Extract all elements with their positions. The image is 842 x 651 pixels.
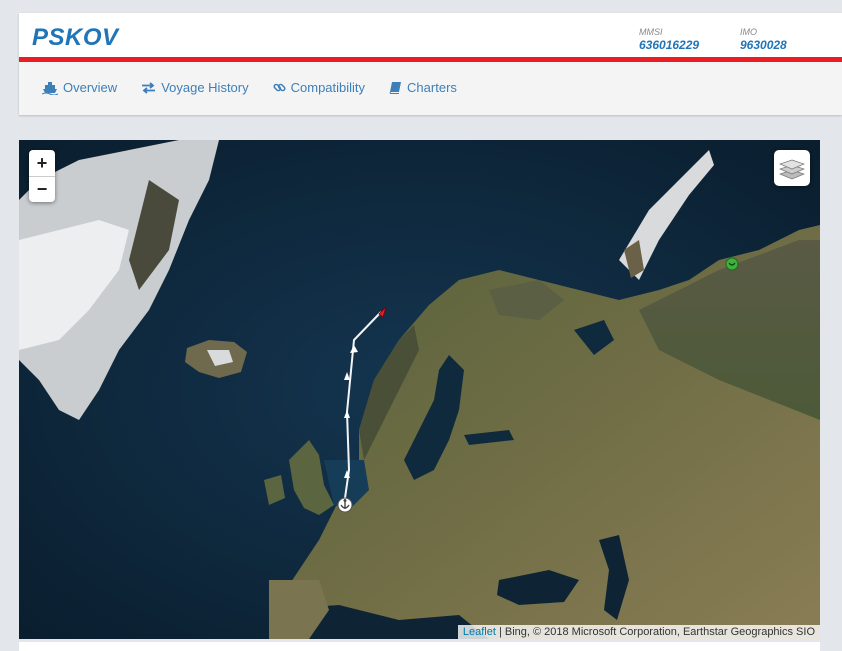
leaflet-link[interactable]: Leaflet (463, 626, 496, 638)
zoom-control: + − (29, 150, 55, 202)
mmsi-label: MMSI (639, 27, 663, 37)
imo-label: IMO (740, 27, 757, 37)
exchange-arrows-icon (142, 81, 156, 94)
mmsi-value: 636016229 (639, 38, 700, 52)
title-bar: PSKOV MMSI 636016229 IMO 9630028 (19, 13, 842, 57)
tab-overview[interactable]: Overview (42, 80, 117, 95)
imo-value: 9630028 (740, 38, 787, 52)
zoom-out-button[interactable]: − (29, 176, 55, 202)
layers-button[interactable] (774, 150, 810, 186)
track-arrow-icon (350, 345, 358, 353)
track-arrow-icon (344, 410, 350, 418)
tab-compatibility[interactable]: Compatibility (273, 80, 365, 95)
ship-icon (42, 81, 58, 95)
vessel-tabs: Overview Voyage History Compatibility Ch… (42, 80, 457, 95)
track-arrow-icon (344, 372, 350, 380)
details-card (19, 642, 820, 651)
tab-charters[interactable]: Charters (389, 80, 457, 95)
tab-compatibility-label: Compatibility (290, 80, 366, 95)
voyage-map[interactable]: + − Leaflet | Bing, © 2018 Microsoft Cor… (19, 140, 820, 639)
book-icon (389, 82, 402, 94)
zoom-in-button[interactable]: + (29, 150, 55, 176)
layers-icon (779, 159, 805, 180)
attribution-text: | Bing, © 2018 Microsoft Corporation, Ea… (495, 626, 815, 638)
vessel-name: PSKOV (32, 24, 119, 51)
tab-overview-label: Overview (63, 80, 118, 95)
tab-voyage-history-label: Voyage History (161, 80, 249, 95)
tab-charters-label: Charters (407, 80, 457, 95)
voyage-track (343, 311, 382, 506)
destination-marker-icon[interactable] (725, 257, 739, 271)
vessel-header-card: PSKOV MMSI 636016229 IMO 9630028 Overvie… (19, 13, 842, 115)
imo-block: IMO 9630028 (740, 27, 787, 52)
tab-voyage-history[interactable]: Voyage History (141, 80, 249, 95)
link-icon (273, 83, 286, 92)
port-marker-icon[interactable] (337, 497, 353, 513)
map-attribution: Leaflet | Bing, © 2018 Microsoft Corpora… (457, 625, 820, 639)
mmsi-block: MMSI 636016229 (639, 27, 699, 52)
vessel-position-marker-icon[interactable] (374, 306, 388, 320)
header-divider (19, 57, 842, 62)
